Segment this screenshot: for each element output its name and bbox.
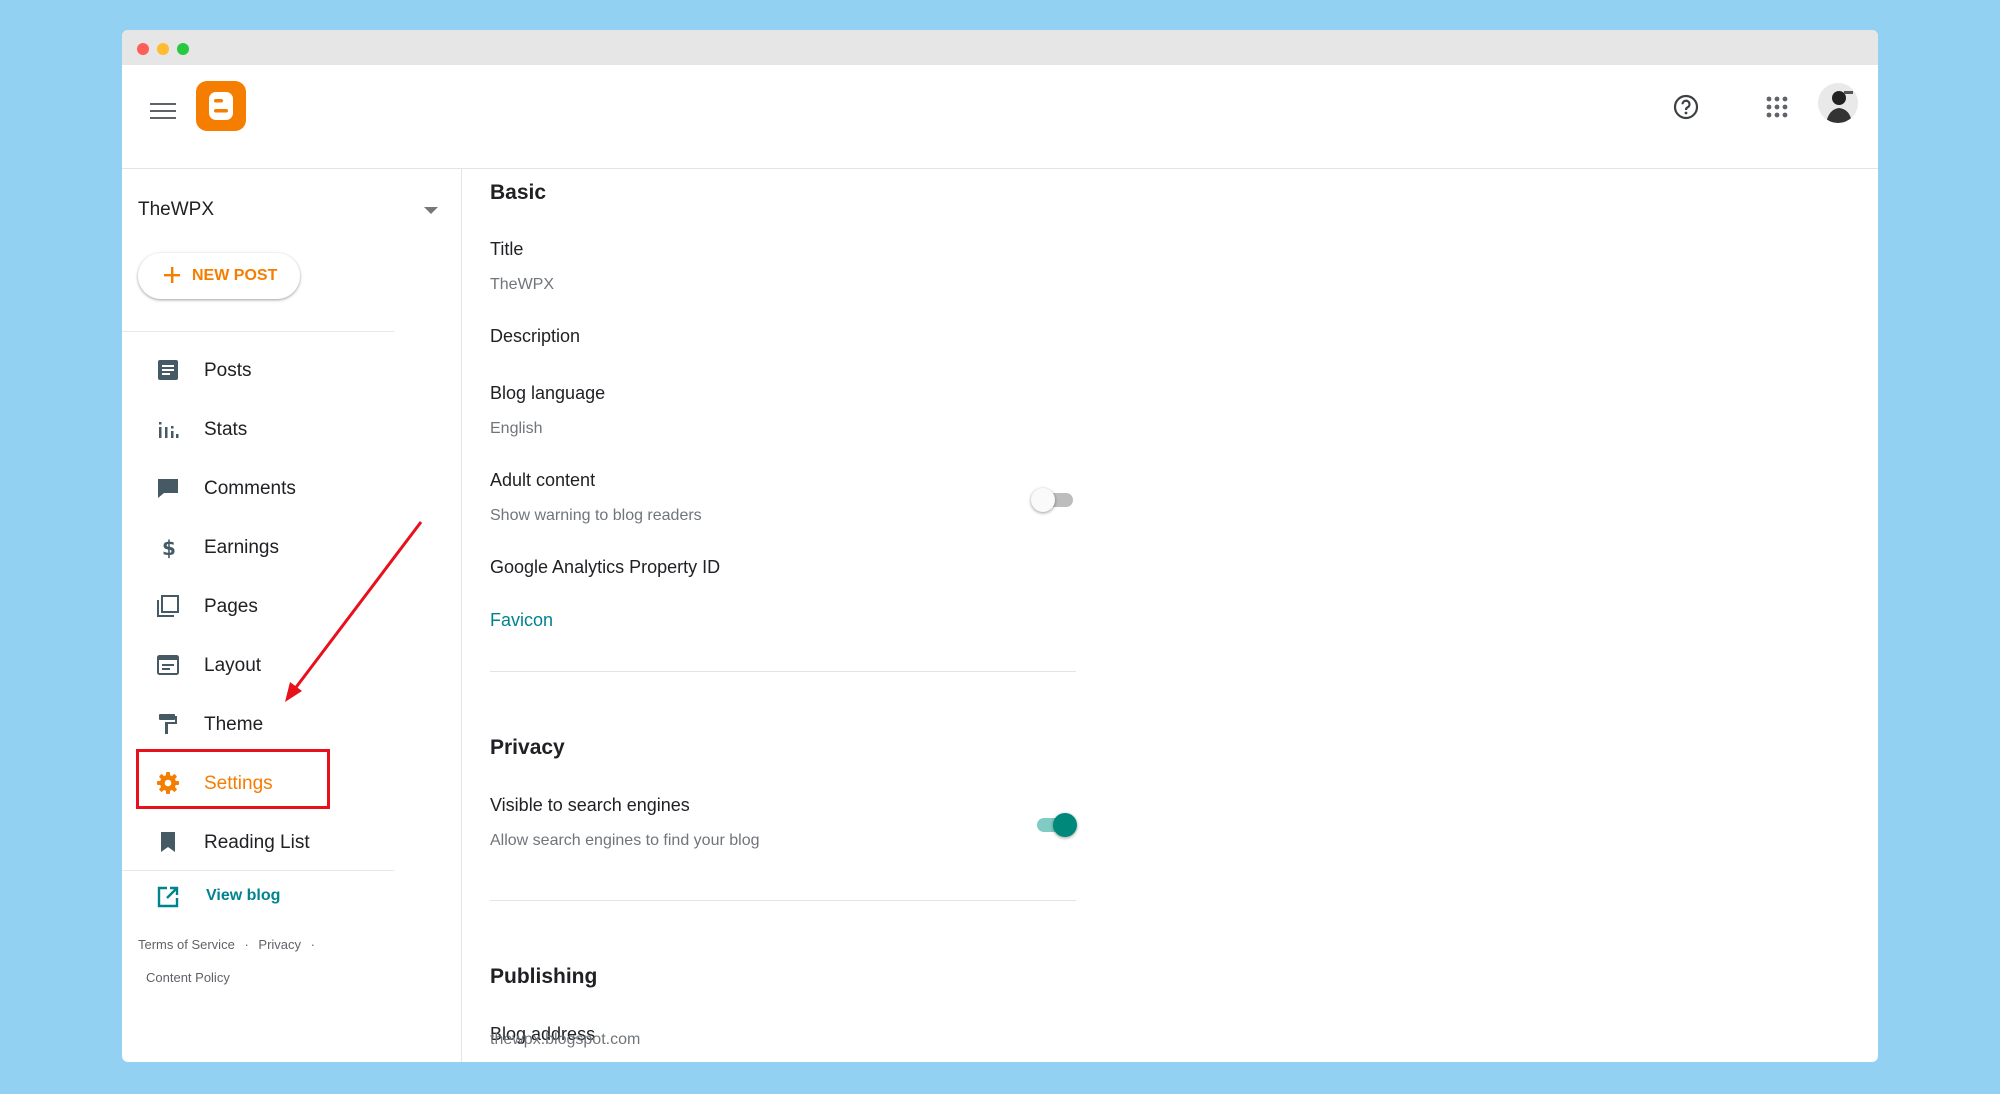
sidebar-border	[461, 169, 462, 1062]
window-titlebar	[122, 30, 1878, 65]
terms-link[interactable]: Terms of Service	[138, 937, 235, 952]
new-post-button[interactable]: NEW POST	[138, 253, 300, 299]
stats-icon	[159, 422, 179, 438]
sidebar-item-label: Pages	[204, 596, 258, 617]
visible-to-search-label: Visible to search engines	[490, 795, 690, 815]
adult-content-toggle[interactable]	[1031, 485, 1077, 515]
paint-roller-icon	[159, 714, 177, 734]
comments-icon	[158, 479, 178, 498]
blogger-logo-icon[interactable]	[196, 81, 246, 131]
footer-separator: ·	[310, 937, 315, 952]
sidebar-item-label: Earnings	[204, 537, 279, 558]
analytics-id-label[interactable]: Google Analytics Property ID	[490, 557, 720, 578]
privacy-link[interactable]: Privacy	[258, 937, 301, 952]
open-external-icon	[157, 886, 179, 908]
footer-links-row-1: Terms of Service · Privacy ·	[138, 937, 321, 952]
sidebar-divider	[122, 870, 394, 871]
layout-icon	[157, 655, 179, 675]
sidebar-item-pages[interactable]: Pages	[156, 586, 406, 626]
blog-name: TheWPX	[138, 199, 215, 220]
browser-window: TheWPX NEW POST Posts Stats Comments $ E…	[122, 30, 1878, 1062]
sidebar-item-stats[interactable]: Stats	[156, 409, 406, 449]
dollar-icon: $	[162, 536, 176, 559]
blog-language-label[interactable]: Blog language	[490, 383, 605, 404]
svg-text:$: $	[162, 536, 176, 559]
sidebar-item-reading-list[interactable]: Reading List	[156, 822, 406, 862]
hamburger-icon[interactable]	[150, 103, 176, 123]
minimize-window-button[interactable]	[157, 43, 169, 55]
title-label[interactable]: Title	[490, 239, 523, 260]
sidebar-item-label: Theme	[204, 714, 264, 735]
section-title-publishing: Publishing	[490, 965, 598, 988]
sidebar-item-label: Stats	[204, 419, 248, 440]
sidebar-item-label: Posts	[204, 360, 252, 381]
bookmark-icon	[161, 832, 175, 852]
avatar[interactable]	[1818, 83, 1858, 123]
footer-separator: ·	[244, 937, 249, 952]
content-policy-link[interactable]: Content Policy	[146, 970, 230, 985]
visible-to-search-description: Allow search engines to find your blog	[490, 832, 760, 849]
sidebar-item-label: Layout	[204, 655, 262, 676]
visible-to-search-toggle[interactable]	[1031, 810, 1077, 840]
help-circle-icon[interactable]	[1672, 93, 1700, 121]
blog-address-value: thewpx.blogspot.com	[490, 1031, 641, 1048]
title-value: TheWPX	[490, 276, 555, 293]
settings-highlight-box	[136, 749, 330, 809]
sidebar-divider	[122, 331, 394, 332]
section-title-privacy: Privacy	[490, 736, 565, 759]
footer-links-row-2: Content Policy	[146, 970, 230, 985]
plus-icon	[164, 267, 180, 283]
sidebar-item-label: Reading List	[204, 832, 310, 853]
view-blog-label: View blog	[206, 887, 281, 904]
sidebar-item-theme[interactable]: Theme	[156, 704, 406, 744]
section-divider	[490, 671, 1076, 672]
close-window-button[interactable]	[137, 43, 149, 55]
section-title-basic: Basic	[490, 181, 547, 204]
settings-content: Basic Title TheWPX Description Blog lang…	[490, 169, 1090, 1062]
app-header	[122, 65, 1878, 169]
maximize-window-button[interactable]	[177, 43, 189, 55]
posts-icon	[158, 360, 178, 380]
section-divider	[490, 900, 1076, 901]
sidebar-item-layout[interactable]: Layout	[156, 645, 406, 685]
view-blog-link[interactable]: View blog	[156, 881, 356, 911]
description-label[interactable]: Description	[490, 326, 580, 347]
blog-language-value: English	[490, 420, 543, 437]
favicon-link[interactable]: Favicon	[490, 610, 553, 631]
pages-icon	[157, 595, 179, 617]
adult-content-label: Adult content	[490, 470, 596, 490]
sidebar-item-comments[interactable]: Comments	[156, 468, 406, 508]
sidebar-item-posts[interactable]: Posts	[156, 350, 406, 390]
blog-selector[interactable]: TheWPX	[138, 195, 438, 225]
sidebar-item-label: Comments	[204, 478, 296, 499]
new-post-label: NEW POST	[192, 267, 278, 284]
chevron-down-icon	[424, 207, 438, 214]
apps-grid-icon[interactable]	[1765, 95, 1789, 119]
sidebar-item-earnings[interactable]: $ Earnings	[156, 527, 406, 567]
adult-content-description: Show warning to blog readers	[490, 507, 702, 524]
sidebar: TheWPX NEW POST Posts Stats Comments $ E…	[122, 169, 462, 1062]
